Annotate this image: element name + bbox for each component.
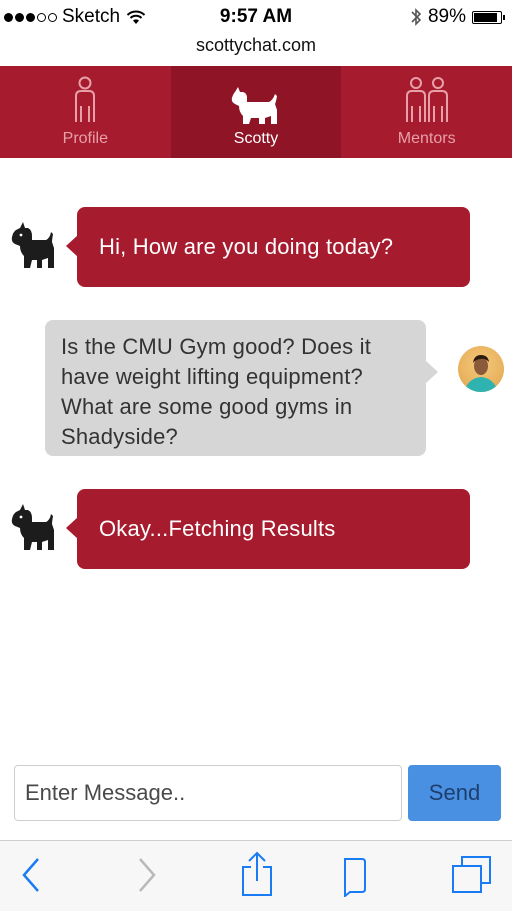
battery-percent: 89% xyxy=(427,6,466,27)
tab-mentors[interactable]: Mentors xyxy=(341,66,512,158)
forward-icon[interactable] xyxy=(134,855,160,895)
address-bar[interactable]: scottychat.com xyxy=(0,32,512,64)
user-avatar xyxy=(458,346,504,392)
browser-toolbar xyxy=(0,840,512,911)
status-bar: Sketch 9:57 AM 89% xyxy=(0,0,512,34)
message-text-line: What are some good gyms in xyxy=(61,394,353,419)
scotty-message: Hi, How are you doing today? xyxy=(66,207,470,287)
share-icon[interactable] xyxy=(240,851,274,897)
bluetooth-icon xyxy=(411,8,422,26)
message-text: Hi, How are you doing today? xyxy=(99,234,394,259)
person-icon xyxy=(75,76,96,122)
tab-scotty[interactable]: Scotty xyxy=(170,66,342,158)
status-right: 89% xyxy=(410,6,505,28)
user-message: Is the CMU Gym good? Does it have weight… xyxy=(45,320,438,456)
user-portrait-icon xyxy=(464,355,498,392)
message-text-line: Is the CMU Gym good? Does it xyxy=(61,334,372,359)
tab-scotty-label: Scotty xyxy=(233,130,279,147)
bookmarks-icon[interactable] xyxy=(340,857,370,897)
tab-profile[interactable]: Profile xyxy=(0,66,171,158)
message-text-line: Shadyside? xyxy=(61,424,178,449)
send-button[interactable]: Send xyxy=(408,765,501,821)
scotty-message: Okay...Fetching Results xyxy=(66,489,470,569)
chat-thread[interactable]: Hi, How are you doing today? Is the CMU … xyxy=(0,160,512,760)
app-nav-tabs: Profile Scotty Mentors xyxy=(0,66,512,158)
scottie-dog-icon xyxy=(231,87,277,124)
scotty-avatar-icon xyxy=(11,222,55,268)
battery-icon xyxy=(472,10,505,24)
message-composer: Send xyxy=(0,763,512,825)
back-icon[interactable] xyxy=(18,855,44,895)
tab-mentors-label: Mentors xyxy=(397,130,456,147)
battery-fill xyxy=(474,12,498,22)
two-people-icon xyxy=(405,77,448,122)
message-text-line: have weight lifting equipment? xyxy=(61,364,363,389)
scotty-avatar-icon xyxy=(11,504,55,550)
tab-profile-label: Profile xyxy=(62,130,109,147)
url-text: scottychat.com xyxy=(195,35,317,55)
message-input[interactable] xyxy=(14,765,402,821)
message-text: Okay...Fetching Results xyxy=(99,516,336,541)
tabs-icon[interactable] xyxy=(450,855,494,895)
